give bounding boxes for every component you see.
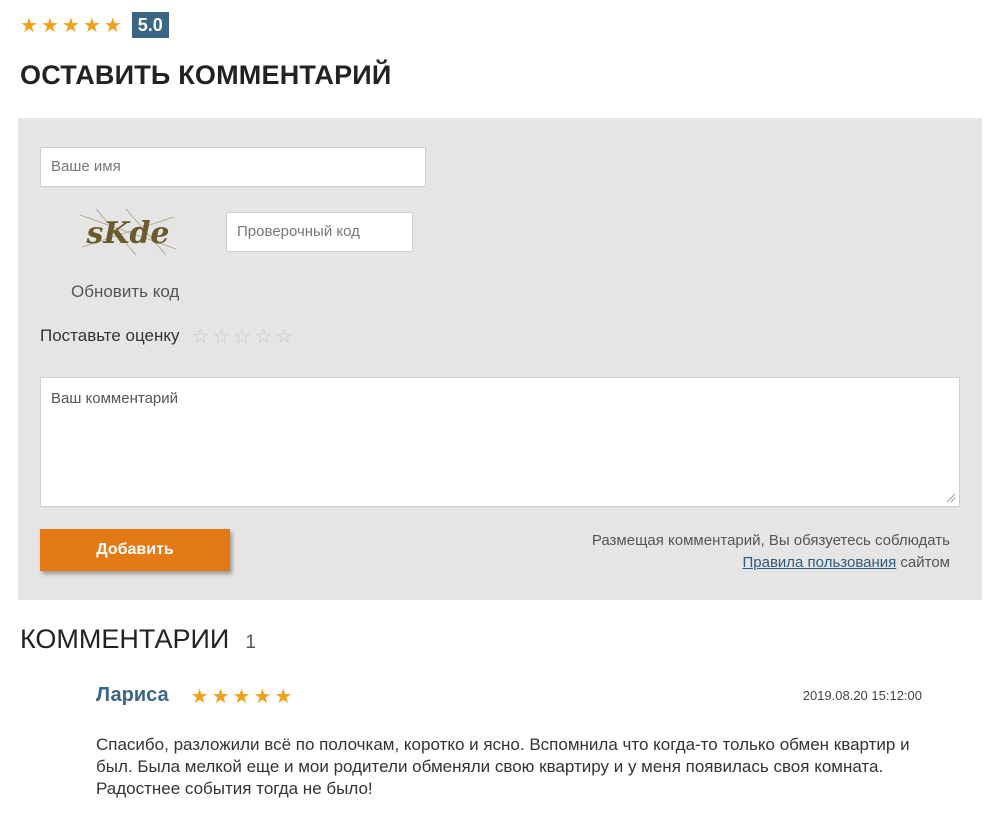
leave-comment-heading: ОСТАВИТЬ КОММЕНТАРИЙ: [20, 60, 392, 90]
rate-star-5-icon[interactable]: ☆: [275, 326, 293, 346]
comment-placeholder: Ваш комментарий: [51, 390, 179, 407]
rate-label: Поставьте оценку: [40, 326, 180, 345]
overall-rating: ★ ★ ★ ★ ★ 5.0: [20, 12, 169, 38]
star-icon: ★: [190, 683, 209, 708]
rating-score-badge: 5.0: [131, 12, 169, 38]
captcha-code-input[interactable]: Проверочный код: [226, 212, 413, 252]
comment-stars: ★ ★ ★ ★ ★: [191, 686, 293, 706]
terms-prefix: Размещая комментарий, Вы обязуетесь собл…: [591, 532, 950, 549]
terms-link[interactable]: Правила пользования: [742, 554, 896, 571]
rate-star-4-icon[interactable]: ☆: [254, 326, 272, 346]
terms-notice: Размещая комментарий, Вы обязуетесь собл…: [592, 530, 950, 574]
resize-grip-icon[interactable]: [946, 493, 956, 503]
add-comment-button[interactable]: Добавить: [40, 529, 230, 571]
comment-date: 2019.08.20 15:12:00: [802, 688, 922, 703]
star-icon: ★: [232, 683, 251, 708]
name-input[interactable]: Ваше имя: [40, 147, 426, 187]
comment-textarea[interactable]: Ваш комментарий: [40, 377, 960, 507]
star-icon: ★: [61, 13, 80, 37]
captcha-text: sKde: [85, 216, 169, 251]
captcha-image: sKde: [79, 208, 177, 256]
star-icon: ★: [211, 683, 230, 708]
refresh-code-link[interactable]: Обновить код: [71, 282, 179, 302]
overall-stars: ★ ★ ★ ★ ★: [20, 15, 122, 35]
rate-star-3-icon[interactable]: ☆: [233, 326, 251, 346]
star-icon: ★: [274, 683, 293, 708]
star-icon: ★: [103, 13, 122, 37]
comment-form: Ваше имя sKde Проверочный код Обновить к…: [18, 118, 982, 600]
comments-count: 1: [245, 632, 256, 653]
comments-heading: КОММЕНТАРИИ: [20, 624, 230, 654]
star-icon: ★: [40, 13, 59, 37]
star-icon: ★: [253, 683, 272, 708]
star-icon: ★: [82, 13, 101, 37]
star-icon: ★: [20, 13, 38, 37]
terms-line: Правила пользования сайтом: [592, 552, 950, 574]
rate-star-2-icon[interactable]: ☆: [212, 326, 230, 346]
terms-suffix: сайтом: [900, 554, 950, 571]
comment-author: Лариса: [96, 684, 169, 706]
rating-star-picker: ☆ ☆ ☆ ☆ ☆: [192, 326, 294, 346]
comment-text: Спасибо, разложили всё по полочкам, коро…: [96, 735, 910, 798]
comment-header: Лариса ★ ★ ★ ★ ★: [96, 684, 926, 707]
comment-item: Лариса ★ ★ ★ ★ ★ 2019.08.20 15:12:00 Спа…: [96, 684, 926, 800]
rating-input-row: Поставьте оценку ☆ ☆ ☆ ☆ ☆: [40, 326, 293, 346]
rate-star-1-icon[interactable]: ☆: [192, 326, 210, 346]
comments-heading-row: КОММЕНТАРИИ 1: [20, 624, 256, 655]
